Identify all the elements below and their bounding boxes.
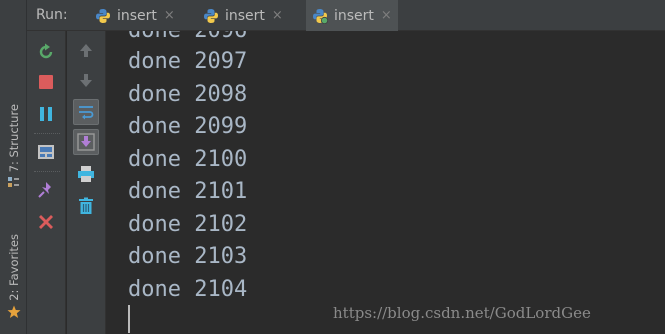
python-icon	[203, 8, 219, 24]
console-line: done 2103	[128, 244, 248, 269]
clear-all-button[interactable]	[73, 193, 99, 219]
watermark: https://blog.csdn.net/GodLordGee	[333, 304, 591, 322]
text-caret	[128, 305, 130, 333]
scroll-to-end-toggle[interactable]	[73, 129, 99, 155]
rerun-button[interactable]	[33, 39, 59, 65]
up-arrow-icon	[80, 44, 92, 57]
down-arrow-icon	[80, 74, 92, 87]
print-button[interactable]	[73, 161, 99, 187]
structure-tab-label: 7: Structure	[6, 104, 21, 173]
close-icon	[39, 215, 53, 229]
scroll-to-end-icon	[77, 133, 95, 151]
console-line: done 2102	[128, 212, 248, 237]
run-tab-label: insert	[334, 7, 374, 24]
trash-icon	[79, 197, 93, 214]
restore-layout-button[interactable]	[33, 139, 59, 165]
next-occurrence-button[interactable]	[73, 68, 99, 94]
console-line: done 2096	[128, 31, 247, 47]
close-tab-icon[interactable]: ×	[381, 8, 392, 23]
run-tool-header: Run: insert × insert × insert ×	[27, 0, 665, 31]
toolbar-separator	[34, 171, 60, 172]
pin-icon	[38, 182, 51, 198]
close-tab-icon[interactable]: ×	[164, 8, 175, 23]
console-line: done 2097	[128, 49, 248, 74]
run-tab-label: insert	[225, 7, 265, 24]
python-icon	[95, 8, 111, 24]
console-output[interactable]: done 2096 done 2097 done 2098 done 2099 …	[107, 31, 665, 334]
run-toolbar-secondary	[67, 31, 106, 334]
pin-tab-button[interactable]	[33, 177, 59, 203]
tool-window-stripe: 7: Structure 2: Favorites	[0, 0, 27, 334]
console-line: done 2100	[128, 147, 248, 172]
print-icon	[78, 166, 94, 182]
previous-occurrence-button[interactable]	[73, 37, 99, 63]
stop-icon	[39, 75, 53, 89]
run-tab-insert-3[interactable]: insert ×	[306, 0, 398, 31]
console-line: done 2101	[128, 179, 248, 204]
soft-wrap-icon	[79, 106, 94, 120]
run-tab-insert-1[interactable]: insert ×	[89, 0, 181, 31]
run-label: Run:	[36, 7, 68, 23]
console-line: done 2098	[128, 82, 248, 107]
stop-button[interactable]	[33, 69, 59, 95]
star-icon	[7, 305, 21, 322]
run-toolbar-primary	[27, 31, 66, 334]
structure-icon	[7, 176, 20, 192]
run-tab-label: insert	[117, 7, 157, 24]
rerun-icon	[39, 43, 53, 59]
run-tab-insert-2[interactable]: insert ×	[197, 0, 289, 31]
close-run-button[interactable]	[33, 209, 59, 235]
python-running-icon	[312, 8, 329, 24]
console-line: done 2104	[128, 277, 248, 302]
soft-wrap-toggle[interactable]	[73, 99, 99, 125]
favorites-tab[interactable]: 2: Favorites	[0, 234, 27, 322]
layout-icon	[38, 145, 54, 159]
console-line: done 2099	[128, 114, 248, 139]
pause-button[interactable]	[33, 101, 59, 127]
structure-tab[interactable]: 7: Structure	[0, 104, 27, 192]
close-tab-icon[interactable]: ×	[272, 8, 283, 23]
toolbar-separator	[34, 133, 60, 134]
pause-icon	[40, 107, 52, 121]
favorites-tab-label: 2: Favorites	[6, 234, 21, 301]
